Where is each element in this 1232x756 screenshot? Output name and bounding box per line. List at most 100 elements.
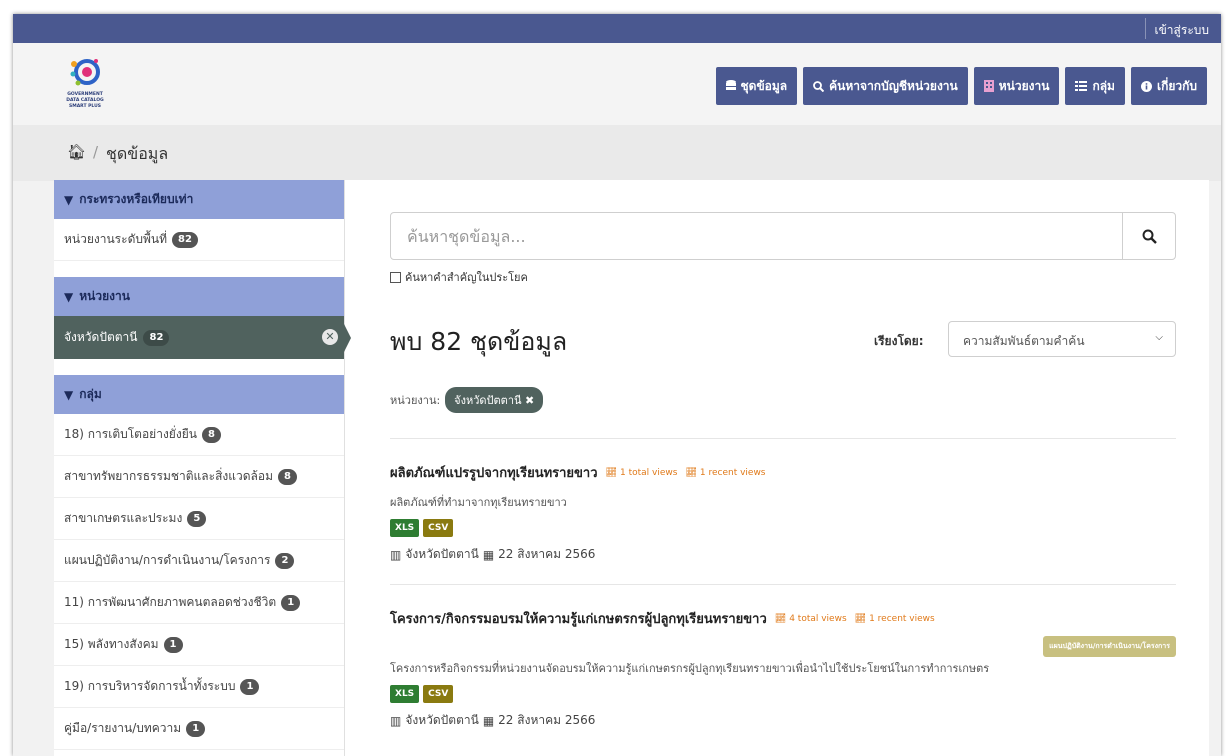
recent-views: 📈︎ 1 recent views (685, 468, 765, 478)
dataset-org: จังหวัดปัตตานี (405, 547, 479, 561)
nav-about-button[interactable]: เกี่ยวกับ (1130, 67, 1207, 105)
active-filter-label: หน่วยงาน: (390, 394, 441, 407)
site-header: GOVERNMENT DATA CATALOG SMART PLUS ชุดข้… (13, 43, 1221, 125)
dataset-item: ผลิตภัณฑ์แปรรูปจากทุเรียนทรายขาว 📈︎ 1 tot… (390, 462, 1176, 564)
facet-heading-ministry: ▼ กระทรวงหรือเทียบเท่า (54, 180, 344, 219)
calendar-icon: ▦ (482, 713, 495, 728)
facet-item-group[interactable]: แผนปฏิบัติงาน/การดำเนินงาน/โครงการ 2 (54, 540, 344, 582)
nav-groups-button[interactable]: กลุ่ม (1065, 67, 1125, 105)
filter-icon: ▼ (64, 192, 74, 207)
facet-item-group[interactable]: สาขาเกษตรและประมง 5 (54, 498, 344, 540)
active-filter-pill[interactable]: จังหวัดปัตตานี ✖ (445, 387, 544, 413)
facet-item-label: จังหวัดปัตตานี (64, 330, 138, 344)
format-badges: XLS CSV (390, 519, 1176, 537)
results-content: ค้นหาคำสำคัญในประโยค พบ 82 ชุดข้อมูล เรี… (346, 180, 1209, 756)
count-badge: 1 (281, 594, 301, 611)
filter-icon: ▼ (64, 289, 74, 304)
format-badge-xls[interactable]: XLS (390, 685, 420, 703)
count-badge: 2 (275, 552, 295, 569)
count-badge: 82 (172, 231, 198, 248)
facet-item-group[interactable]: 15) พลังทางสังคม 1 (54, 624, 344, 666)
facet-item-label: สาขาทรัพยากรธรรมชาติและสิ่งแวดล้อม (64, 469, 274, 483)
site-logo[interactable]: GOVERNMENT DATA CATALOG SMART PLUS (53, 56, 117, 118)
dataset-date: 22 สิงหาคม 2566 (498, 547, 596, 561)
line-chart-icon: 📈︎ (854, 613, 867, 624)
line-chart-icon: 📈︎ (685, 467, 697, 478)
facet-heading-groups-label: กลุ่ม (79, 387, 102, 401)
facet-heading-ministry-label: กระทรวงหรือเทียบเท่า (79, 192, 194, 206)
format-badge-csv[interactable]: CSV (423, 519, 454, 537)
dataset-date: 22 สิงหาคม 2566 (498, 713, 596, 727)
count-badge: 1 (163, 636, 183, 653)
facet-item-group[interactable]: 18) การเติบโตอย่างยั่งยืน 8 (54, 414, 344, 456)
building-icon: ▥ (390, 713, 402, 728)
nav-org-search-label: ค้นหาจากบัญชีหน่วยงาน (829, 78, 958, 93)
logo-text-line2: DATA CATALOG (66, 98, 104, 103)
building-icon: ▥ (390, 547, 402, 562)
divider (390, 584, 1176, 585)
main-panel: ▼ กระทรวงหรือเทียบเท่า หน่วยงานระดับพื้น… (54, 180, 1209, 756)
facet-item-group[interactable]: 19) การบริหารจัดการน้ำทั้งระบบ 1 (54, 666, 344, 708)
search-button[interactable] (1122, 213, 1175, 259)
facet-item-label: สาขาเกษตรและประมง (64, 511, 183, 525)
search-input[interactable] (391, 213, 1123, 259)
remove-filter-icon[interactable]: ✕ (322, 329, 338, 345)
dataset-meta: ▥ จังหวัดปัตตานี ▦ 22 สิงหาคม 2566 (390, 711, 1176, 730)
total-views: 📈︎ 1 total views (606, 468, 678, 478)
recent-views-label: 1 recent views (869, 613, 935, 624)
recent-views: 📈︎ 1 recent views (855, 614, 935, 624)
total-views: 📈︎ 4 total views (775, 614, 847, 624)
facet-item-group[interactable]: คู่มือ/รายงาน/บทความ 1 (54, 708, 344, 750)
building-icon (983, 80, 994, 92)
main-nav: ชุดข้อมูล ค้นหาจากบัญชีหน่วยงาน หน่วยงาน… (715, 67, 1207, 105)
results-count-heading: พบ 82 ชุดข้อมูล (390, 327, 568, 356)
phrase-search-checkbox[interactable] (390, 271, 401, 283)
facet-spacer (54, 261, 344, 277)
close-icon[interactable]: ✖ (525, 394, 534, 407)
phrase-search-label: ค้นหาคำสำคัญในประโยค (405, 271, 528, 284)
facet-item-org-active[interactable]: จังหวัดปัตตานี 82 ✕ (54, 316, 351, 359)
format-badge-xls[interactable]: XLS (390, 519, 420, 537)
database-icon (725, 80, 736, 90)
dataset-item: โครงการ/กิจกรรมอบรมให้ความรู้แก่เกษตรกรผ… (390, 608, 1176, 730)
facet-item-label: คู่มือ/รายงาน/บทความ (64, 721, 182, 735)
nav-organizations-label: หน่วยงาน (998, 78, 1050, 93)
facet-item-label: 18) การเติบโตอย่างยั่งยืน (64, 427, 197, 441)
facet-item-group[interactable]: 11) การพัฒนาศักยภาพคนตลอดช่วงชีวิต 1 (54, 582, 344, 624)
facet-item-label: 19) การบริหารจัดการน้ำทั้งระบบ (64, 679, 236, 693)
dataset-title-row: โครงการ/กิจกรรมอบรมให้ความรู้แก่เกษตรกรผ… (390, 608, 1176, 629)
filter-icon: ▼ (64, 387, 74, 402)
nav-organizations-button[interactable]: หน่วยงาน (973, 67, 1060, 105)
browser-frame: เข้าสู่ระบบ GOVERNMENT DATA CATALOG SMAR… (13, 14, 1221, 756)
login-link[interactable]: เข้าสู่ระบบ (1155, 21, 1210, 40)
facet-item-ministry[interactable]: หน่วยงานระดับพื้นที่ 82 (54, 219, 344, 261)
nav-datasets-button[interactable]: ชุดข้อมูล (715, 67, 798, 105)
grid-icon (1075, 81, 1088, 91)
divider (390, 438, 1176, 439)
count-badge: 1 (186, 720, 206, 737)
calendar-icon: ▦ (482, 547, 495, 562)
facet-spacer (54, 359, 344, 375)
format-badge-csv[interactable]: CSV (423, 685, 454, 703)
total-views-label: 4 total views (789, 613, 847, 624)
logo-mark-icon (70, 59, 100, 86)
dataset-title-link[interactable]: ผลิตภัณฑ์แปรรูปจากทุเรียนทรายขาว (390, 462, 598, 483)
logo-text-line3: SMART PLUS (68, 104, 101, 109)
breadcrumb-current[interactable]: ชุดข้อมูล (106, 142, 168, 167)
dataset-title-link[interactable]: โครงการ/กิจกรรมอบรมให้ความรู้แก่เกษตรกรผ… (390, 608, 767, 629)
home-icon[interactable]: 🏠︎ (67, 143, 86, 161)
active-filter-value: จังหวัดปัตตานี (454, 394, 522, 407)
count-badge: 82 (143, 329, 170, 346)
nav-org-search-button[interactable]: ค้นหาจากบัญชีหน่วยงาน (803, 67, 968, 105)
facet-item-label: 15) พลังทางสังคม (64, 637, 159, 651)
count-badge: 1 (240, 678, 260, 695)
line-chart-icon: 📈︎ (774, 613, 787, 624)
phrase-search-option: ค้นหาคำสำคัญในประโยค (390, 268, 528, 286)
top-bar: เข้าสู่ระบบ (13, 14, 1221, 43)
sort-select[interactable]: ความสัมพันธ์ตามคำค้น ⌵ (948, 321, 1176, 357)
search-box (390, 212, 1176, 260)
logo-text-line1: GOVERNMENT (67, 92, 103, 97)
dataset-description: ผลิตภัณฑ์ที่ทำมาจากทุเรียนทรายขาว (390, 496, 567, 509)
group-tag[interactable]: แผนปฏิบัติงาน/การดำเนินงาน/โครงการ (1043, 636, 1176, 657)
facet-item-group[interactable]: สาขาทรัพยากรธรรมชาติและสิ่งแวดล้อม 8 (54, 456, 344, 498)
